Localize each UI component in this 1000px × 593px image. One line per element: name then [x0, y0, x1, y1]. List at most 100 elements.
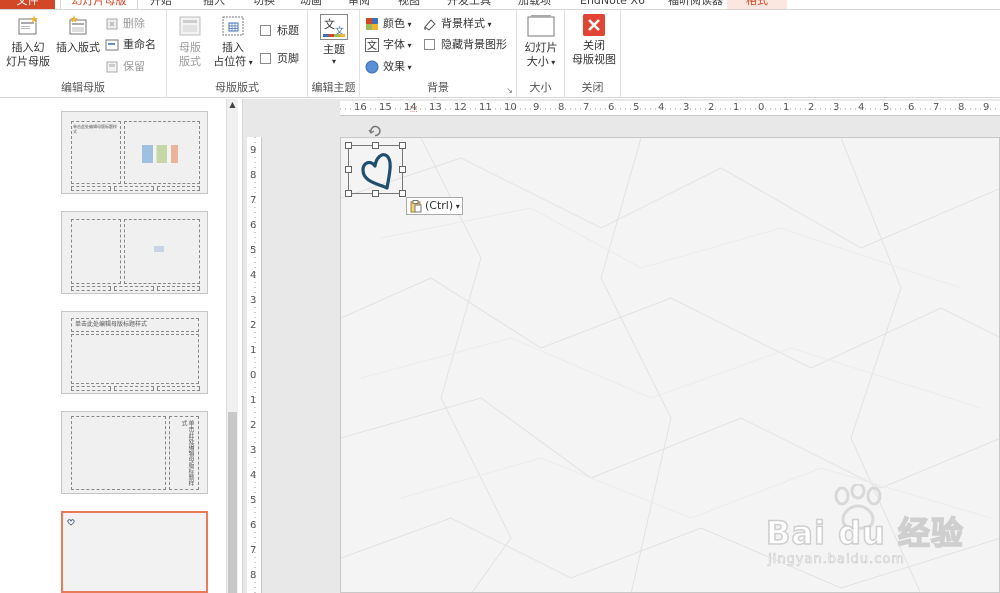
- paste-options-button[interactable]: (Ctrl) ▾: [406, 197, 463, 215]
- vruler-label-d2: 2: [250, 420, 257, 431]
- hruler-label-12: 12: [454, 102, 467, 113]
- thumb2-footer-left: [71, 286, 111, 291]
- delete-button[interactable]: 删除: [105, 15, 145, 33]
- preserve-button[interactable]: 保留: [105, 58, 145, 76]
- close-master-view-button[interactable]: 关闭 母版视图: [569, 14, 619, 67]
- thumb2-media-icon: [154, 246, 164, 252]
- resize-handle-nw[interactable]: [345, 142, 352, 149]
- master-layout-icon: [178, 14, 202, 38]
- hide-background-checkbox-box[interactable]: [424, 39, 435, 50]
- group-label-edit-master: 编辑母版: [61, 81, 105, 94]
- scroll-up-arrow-icon[interactable]: ▲: [227, 99, 238, 111]
- vruler-label-2: 2: [250, 320, 257, 331]
- hruler-label-0: 0: [758, 102, 765, 113]
- colors-icon: [365, 17, 379, 31]
- tab-view[interactable]: 视图: [398, 0, 420, 9]
- tab-endnote[interactable]: EndNote X6: [580, 0, 645, 9]
- thumb1-chart-icon: [142, 145, 178, 163]
- svg-text:文: 文: [367, 39, 377, 52]
- tab-developer[interactable]: 开发工具: [447, 0, 491, 9]
- slide-thumbnail-2[interactable]: [61, 211, 208, 294]
- resize-handle-sw[interactable]: [345, 190, 352, 197]
- resize-handle-w[interactable]: [345, 166, 352, 173]
- preserve-icon: [105, 60, 119, 74]
- group-label-master-layout: 母版版式: [215, 81, 259, 94]
- resize-handle-e[interactable]: [399, 166, 406, 173]
- thumb4-content-placeholder: [71, 416, 166, 490]
- hide-background-checkbox[interactable]: 隐藏背景图形: [423, 36, 507, 54]
- ribbon-tab-bar: 文件 幻灯片母版 开始 插入 切换 动画 审阅 视图 开发工具 加载项 EndN…: [0, 0, 1000, 10]
- colors-button[interactable]: 颜色 ▾: [365, 15, 412, 33]
- vruler-label-9: 9: [250, 145, 257, 156]
- insert-layout-button[interactable]: 插入版式: [54, 14, 102, 55]
- hruler-label-15: 15: [379, 102, 392, 113]
- horizontal-ruler: 16 15 14 13 12 11 10 9 8 7 6 5 4 3 2 1 0…: [340, 101, 1000, 116]
- tab-animations[interactable]: 动画: [300, 0, 322, 9]
- themes-button[interactable]: 文文 主题 ▾: [314, 14, 354, 67]
- footer-checkbox-box[interactable]: [260, 53, 271, 64]
- resize-handle-s[interactable]: [372, 190, 379, 197]
- group-label-edit-theme: 编辑主题: [311, 81, 356, 94]
- tab-format[interactable]: 格式: [727, 0, 787, 9]
- insert-placeholder-button[interactable]: 插入 占位符 ▾: [211, 14, 255, 70]
- tab-slide-master[interactable]: 幻灯片母版: [60, 0, 138, 9]
- paste-options-dropdown-icon: ▾: [453, 202, 460, 211]
- hide-background-label: 隐藏背景图形: [441, 38, 507, 51]
- scrollbar-thumb[interactable]: [228, 412, 237, 593]
- thumbnail-scrollbar[interactable]: ▲: [226, 99, 238, 593]
- tab-file[interactable]: 文件: [0, 0, 55, 9]
- resize-handle-ne[interactable]: [399, 142, 406, 149]
- vruler-label-8: 8: [250, 170, 257, 181]
- slide-thumbnail-4[interactable]: 单击此处编辑母版标题样式: [61, 411, 208, 494]
- effects-button[interactable]: 效果 ▾: [365, 58, 412, 76]
- themes-icon: 文文: [320, 14, 348, 40]
- slide-thumbnail-5-selected[interactable]: [61, 511, 208, 593]
- hruler-label-13: 13: [429, 102, 442, 113]
- background-styles-label: 背景样式: [441, 17, 485, 30]
- preserve-label: 保留: [123, 60, 145, 73]
- footer-checkbox[interactable]: 页脚: [259, 50, 299, 68]
- thumb2-footer-right: [157, 286, 200, 291]
- rename-button[interactable]: 重命名: [105, 36, 156, 54]
- group-close: 关闭 母版视图 关闭: [565, 10, 621, 98]
- fonts-icon: 文: [365, 38, 379, 52]
- tab-insert[interactable]: 插入: [203, 0, 225, 9]
- baidu-watermark: Bai du 经验 jingyan.baidu.com: [760, 484, 990, 574]
- hruler-label-16: 16: [354, 102, 367, 113]
- slide-thumbnail-3[interactable]: 单击此处编辑母版标题样式: [61, 311, 208, 394]
- tab-home[interactable]: 开始: [150, 0, 172, 9]
- resize-handle-n[interactable]: [372, 142, 379, 149]
- background-dialog-launcher-icon[interactable]: ↘: [506, 86, 513, 95]
- rename-icon: [105, 38, 119, 52]
- slide-size-dropdown-icon: ▾: [548, 58, 556, 67]
- vruler-label-d5: 5: [250, 495, 257, 506]
- colors-label: 颜色: [383, 17, 405, 30]
- hruler-label-r3: 3: [833, 102, 840, 113]
- slide-size-icon: [527, 14, 555, 38]
- background-styles-button[interactable]: 背景样式 ▾: [423, 15, 492, 33]
- insert-slide-master-button[interactable]: 插入幻 灯片母版: [3, 14, 53, 69]
- resize-handle-se[interactable]: [399, 190, 406, 197]
- hruler-indent-marker-icon[interactable]: ⬚: [410, 104, 418, 113]
- thumb3-footer-right: [157, 386, 200, 391]
- title-checkbox[interactable]: 标题: [259, 22, 299, 40]
- slide-size-button[interactable]: 幻灯片 大小 ▾: [520, 14, 562, 70]
- hruler-label-7: 7: [583, 102, 590, 113]
- vruler-label-d3: 3: [250, 445, 257, 456]
- fonts-button[interactable]: 文 字体 ▾: [365, 36, 412, 54]
- group-label-close: 关闭: [581, 81, 604, 94]
- themes-dropdown-icon: ▾: [331, 57, 336, 66]
- thumb2-footer-center: [114, 286, 154, 291]
- tab-foxit[interactable]: 福昕阅读器: [668, 0, 723, 9]
- selected-heart-shape[interactable]: [345, 142, 406, 197]
- hruler-label-10: 10: [504, 102, 517, 113]
- rotation-handle-icon[interactable]: [368, 124, 382, 138]
- tab-addins[interactable]: 加载项: [518, 0, 551, 9]
- slide-thumbnail-1[interactable]: 单击此处编辑母版标题样式: [61, 111, 208, 194]
- vruler-label-6: 6: [250, 220, 257, 231]
- thumb3-footer-center: [114, 386, 154, 391]
- title-checkbox-box[interactable]: [260, 25, 271, 36]
- tab-review[interactable]: 审阅: [348, 0, 370, 9]
- master-layout-button[interactable]: 母版 版式: [171, 14, 209, 69]
- tab-transitions[interactable]: 切换: [253, 0, 275, 9]
